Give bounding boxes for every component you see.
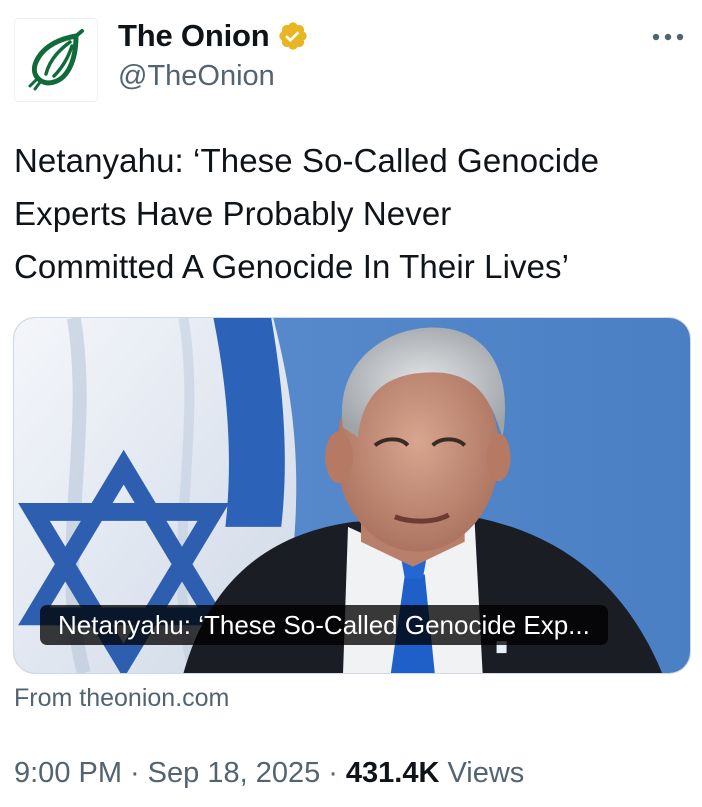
link-card[interactable]: Netanyahu: ‘These So-Called Genocide Exp… <box>13 317 691 674</box>
more-options-button[interactable] <box>648 22 688 52</box>
tweet: The Onion @TheOnion Netanyahu: ‘These So… <box>0 0 702 807</box>
meta-separator: · <box>130 757 140 789</box>
tweet-text: Netanyahu: ‘These So-Called Genocide Exp… <box>14 134 688 293</box>
views-label: Views <box>447 757 525 789</box>
card-source-link[interactable]: From theonion.com <box>14 684 229 713</box>
tweet-date[interactable]: Sep 18, 2025 <box>148 757 321 789</box>
tweet-text-line: Committed A Genocide In Their Lives’ <box>14 248 570 285</box>
onion-logo-icon <box>28 29 84 91</box>
more-options-icon <box>652 33 684 41</box>
tweet-text-line: Experts Have Probably Never <box>14 195 452 232</box>
tweet-header: The Onion @TheOnion <box>14 12 688 104</box>
account-names: The Onion @TheOnion <box>118 14 309 93</box>
views-count: 431.4K <box>345 757 440 789</box>
tweet-meta: 9:00 PM · Sep 18, 2025 · 431.4K Views <box>14 757 524 790</box>
display-name-row: The Onion <box>118 14 309 58</box>
card-title: Netanyahu: ‘These So-Called Genocide Exp… <box>40 605 608 645</box>
tweet-text-line: Netanyahu: ‘These So-Called Genocide <box>14 142 600 179</box>
display-name[interactable]: The Onion <box>118 18 270 54</box>
avatar[interactable] <box>14 18 98 102</box>
meta-separator: · <box>328 757 338 789</box>
verified-badge-icon[interactable] <box>277 20 309 52</box>
account-handle[interactable]: @TheOnion <box>118 60 309 93</box>
tweet-time[interactable]: 9:00 PM <box>14 757 122 789</box>
